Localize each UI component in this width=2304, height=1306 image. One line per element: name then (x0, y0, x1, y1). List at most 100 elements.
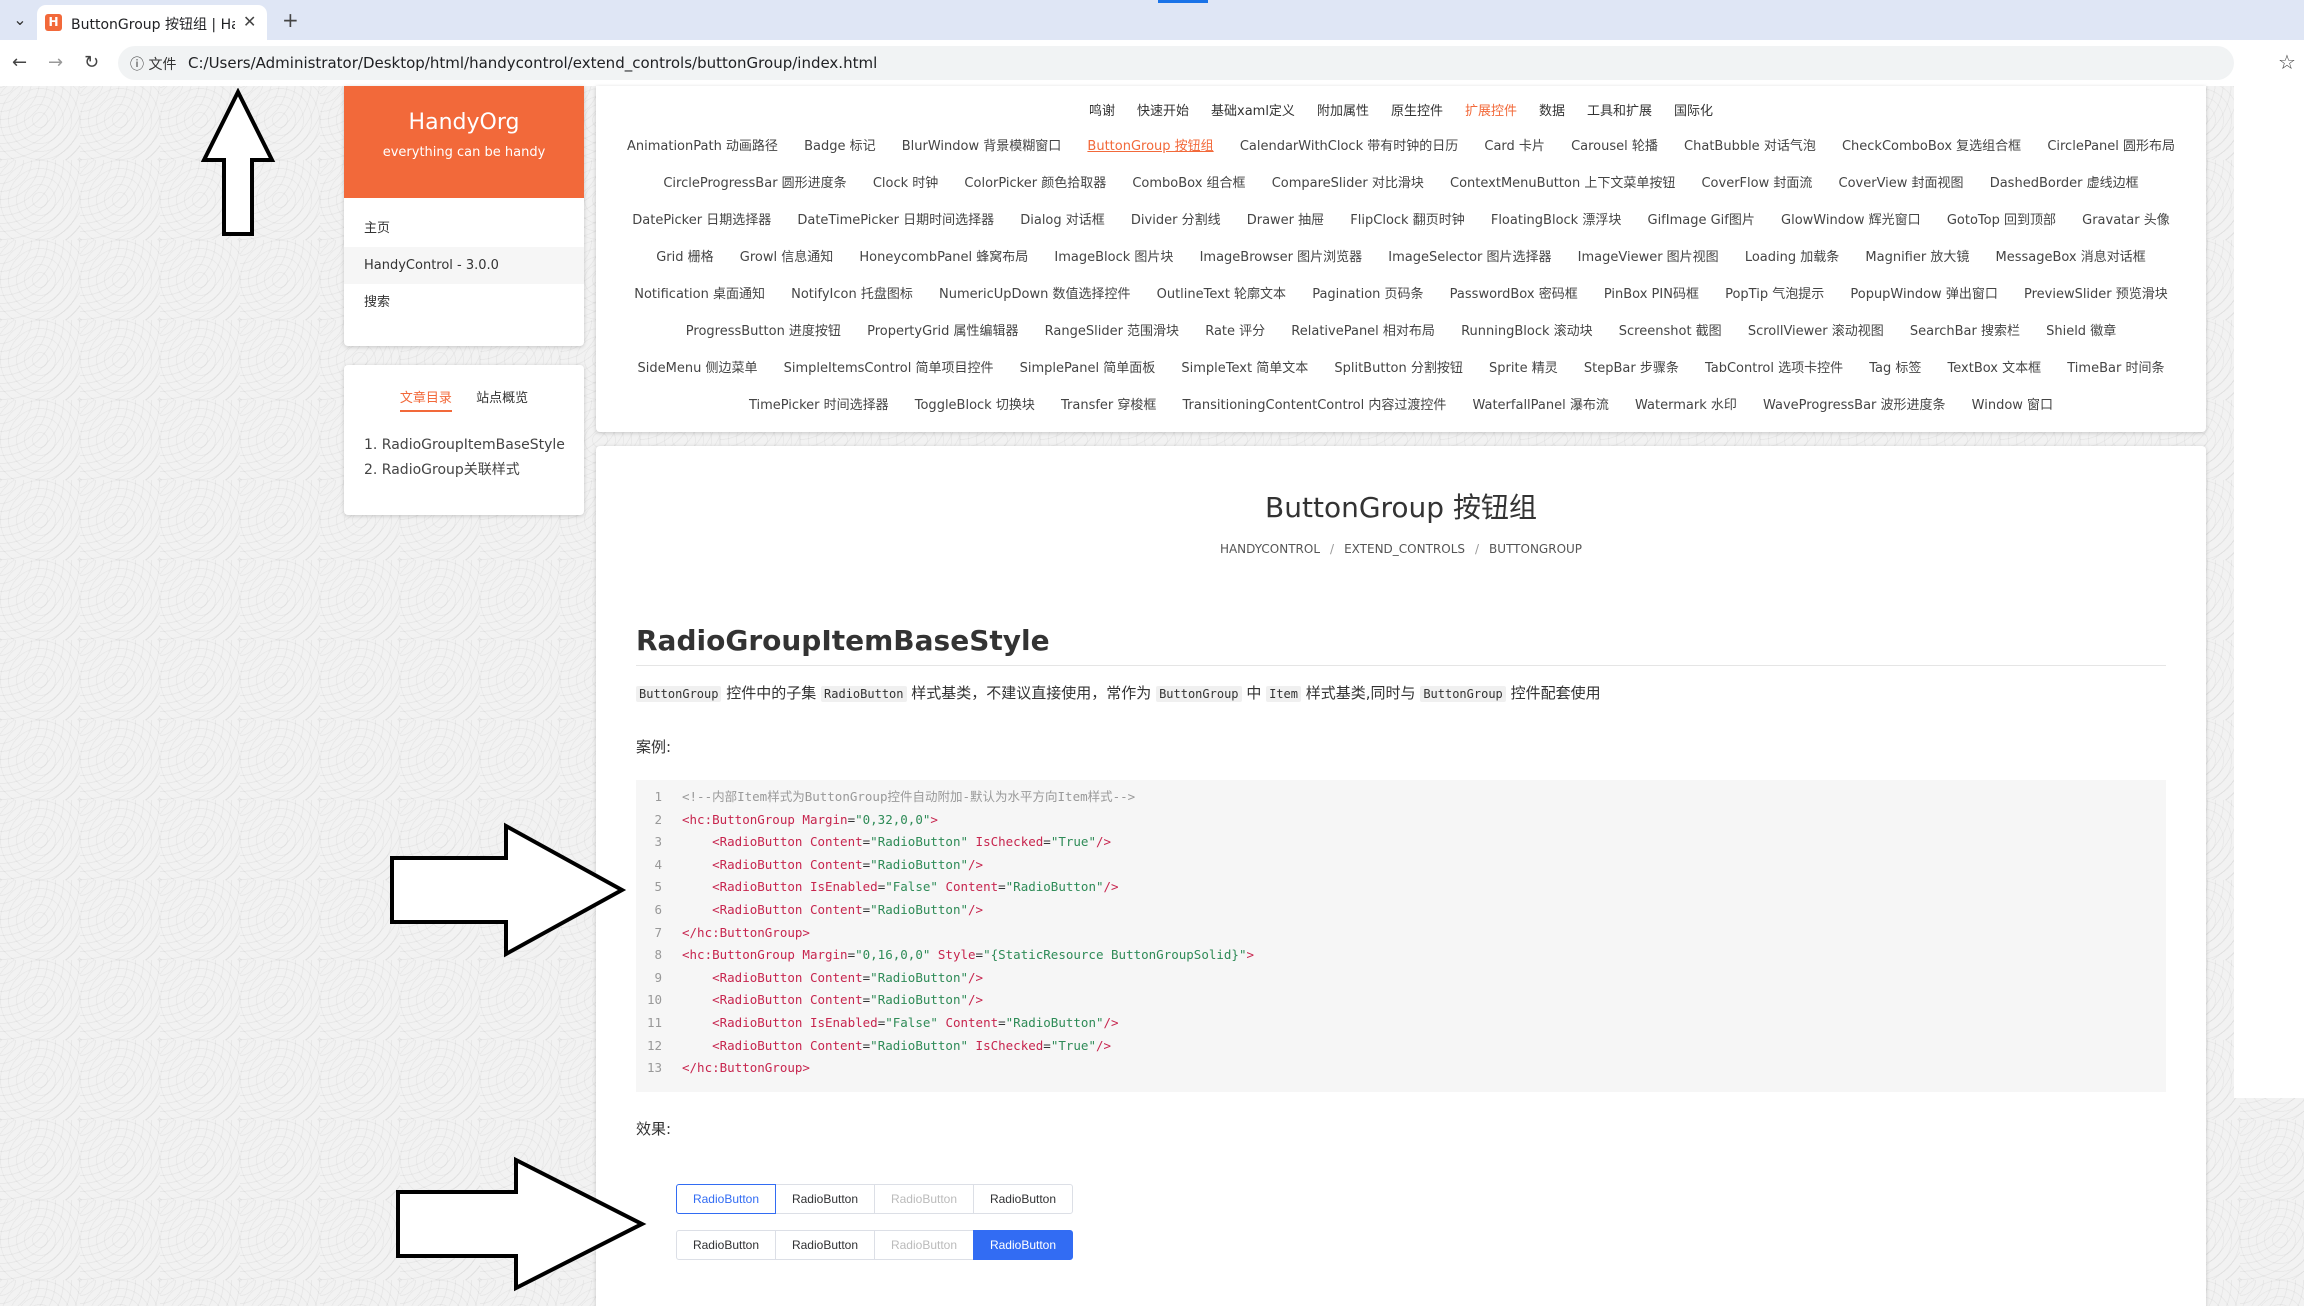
control-link-buttongroup[interactable]: ButtonGroup 按钮组 (1087, 139, 1213, 154)
control-link-coverview[interactable]: CoverView 封面视图 (1839, 176, 1964, 191)
control-link-honeycombpanel[interactable]: HoneycombPanel 蜂窝布局 (859, 250, 1028, 265)
control-link-propertygrid[interactable]: PropertyGrid 属性编辑器 (867, 324, 1018, 339)
radio-button[interactable]: RadioButton (973, 1184, 1073, 1214)
control-link-glowwindow[interactable]: GlowWindow 辉光窗口 (1781, 213, 1921, 228)
toc-item[interactable]: 2. RadioGroup关联样式 (364, 458, 565, 483)
tab-search-icon[interactable]: ⌄ (8, 8, 32, 32)
control-link-simpleitemscontrol[interactable]: SimpleItemsControl 简单项目控件 (784, 361, 994, 376)
tab-overview[interactable]: 站点概览 (476, 387, 528, 410)
control-link-poptip[interactable]: PopTip 气泡提示 (1725, 287, 1824, 302)
site-info-button[interactable]: ⓘ 文件 (130, 54, 176, 74)
control-link-rate[interactable]: Rate 评分 (1205, 324, 1265, 339)
control-link-datepicker[interactable]: DatePicker 日期选择器 (632, 213, 771, 228)
control-link-gototop[interactable]: GotoTop 回到顶部 (1947, 213, 2056, 228)
top-menu-item[interactable]: 基础xaml定义 (1211, 104, 1295, 119)
control-link-card[interactable]: Card 卡片 (1484, 139, 1545, 154)
control-link-imageselector[interactable]: ImageSelector 图片选择器 (1388, 250, 1551, 265)
control-link-textbox[interactable]: TextBox 文本框 (1948, 361, 2042, 376)
radio-button[interactable]: RadioButton (775, 1184, 875, 1214)
control-link-blurwindow[interactable]: BlurWindow 背景模糊窗口 (902, 139, 1062, 154)
top-menu-item[interactable]: 鸣谢 (1089, 104, 1115, 119)
control-link-screenshot[interactable]: Screenshot 截图 (1619, 324, 1722, 339)
breadcrumb-item[interactable]: HANDYCONTROL (1220, 542, 1320, 556)
nav-item-home[interactable]: 主页 (344, 210, 584, 247)
browser-tab[interactable]: H ButtonGroup 按钮组 | HandyControl ✕ (37, 5, 267, 40)
control-link-grid[interactable]: Grid 栅格 (656, 250, 713, 265)
control-link-relativepanel[interactable]: RelativePanel 相对布局 (1291, 324, 1435, 339)
control-link-runningblock[interactable]: RunningBlock 滚动块 (1461, 324, 1593, 339)
radio-button[interactable]: RadioButton (775, 1230, 875, 1260)
control-link-splitbutton[interactable]: SplitButton 分割按钮 (1334, 361, 1463, 376)
control-link-progressbutton[interactable]: ProgressButton 进度按钮 (686, 324, 841, 339)
control-link-passwordbox[interactable]: PasswordBox 密码框 (1450, 287, 1578, 302)
control-link-coverflow[interactable]: CoverFlow 封面流 (1701, 176, 1812, 191)
control-link-stepbar[interactable]: StepBar 步骤条 (1584, 361, 1679, 376)
control-link-waveprogressbar[interactable]: WaveProgressBar 波形进度条 (1763, 398, 1946, 413)
control-link-window[interactable]: Window 窗口 (1972, 398, 2053, 413)
top-menu-item[interactable]: 数据 (1539, 104, 1565, 119)
top-menu-item[interactable]: 附加属性 (1317, 104, 1369, 119)
control-link-popupwindow[interactable]: PopupWindow 弹出窗口 (1850, 287, 1997, 302)
control-link-badge[interactable]: Badge 标记 (804, 139, 876, 154)
control-link-circleprogressbar[interactable]: CircleProgressBar 圆形进度条 (663, 176, 846, 191)
radio-button[interactable]: RadioButton (676, 1184, 776, 1214)
control-link-contextmenubutton[interactable]: ContextMenuButton 上下文菜单按钮 (1450, 176, 1675, 191)
control-link-sprite[interactable]: Sprite 精灵 (1489, 361, 1558, 376)
control-link-imagebrowser[interactable]: ImageBrowser 图片浏览器 (1200, 250, 1363, 265)
control-link-searchbar[interactable]: SearchBar 搜索栏 (1910, 324, 2020, 339)
control-link-toggleblock[interactable]: ToggleBlock 切换块 (915, 398, 1035, 413)
control-link-transfer[interactable]: Transfer 穿梭框 (1061, 398, 1156, 413)
control-link-timepicker[interactable]: TimePicker 时间选择器 (749, 398, 889, 413)
back-icon[interactable]: ← (12, 52, 27, 74)
control-link-growl[interactable]: Growl 信息通知 (740, 250, 833, 265)
control-link-circlepanel[interactable]: CirclePanel 圆形布局 (2047, 139, 2175, 154)
control-link-loading[interactable]: Loading 加载条 (1745, 250, 1839, 265)
top-menu-item[interactable]: 快速开始 (1137, 104, 1189, 119)
control-link-rangeslider[interactable]: RangeSlider 范围滑块 (1045, 324, 1179, 339)
close-tab-icon[interactable]: ✕ (243, 12, 256, 31)
nav-item-search[interactable]: 搜索 (344, 284, 584, 321)
control-link-gravatar[interactable]: Gravatar 头像 (2082, 213, 2170, 228)
control-link-imageblock[interactable]: ImageBlock 图片块 (1054, 250, 1173, 265)
code-block[interactable]: 1 <!--内部Item样式为ButtonGroup控件自动附加-默认为水平方向I… (636, 780, 2166, 1092)
control-link-drawer[interactable]: Drawer 抽屉 (1247, 213, 1324, 228)
forward-icon[interactable]: → (48, 52, 63, 74)
top-menu-item[interactable]: 扩展控件 (1465, 104, 1517, 119)
control-link-messagebox[interactable]: MessageBox 消息对话框 (1995, 250, 2145, 265)
control-link-checkcombobox[interactable]: CheckComboBox 复选组合框 (1842, 139, 2021, 154)
control-link-floatingblock[interactable]: FloatingBlock 漂浮块 (1491, 213, 1622, 228)
new-tab-icon[interactable]: + (282, 8, 299, 32)
top-menu-item[interactable]: 工具和扩展 (1587, 104, 1652, 119)
control-link-animationpath[interactable]: AnimationPath 动画路径 (627, 139, 778, 154)
breadcrumb-item[interactable]: EXTEND_CONTROLS (1344, 542, 1465, 556)
control-link-outlinetext[interactable]: OutlineText 轮廓文本 (1157, 287, 1286, 302)
control-link-colorpicker[interactable]: ColorPicker 颜色拾取器 (964, 176, 1106, 191)
control-link-scrollviewer[interactable]: ScrollViewer 滚动视图 (1748, 324, 1884, 339)
control-link-datetimepicker[interactable]: DateTimePicker 日期时间选择器 (797, 213, 994, 228)
control-link-previewslider[interactable]: PreviewSlider 预览滑块 (2024, 287, 2168, 302)
toc-item[interactable]: 1. RadioGroupItemBaseStyle (364, 433, 565, 458)
control-link-simpletext[interactable]: SimpleText 简单文本 (1181, 361, 1308, 376)
control-link-notification[interactable]: Notification 桌面通知 (634, 287, 765, 302)
control-link-pagination[interactable]: Pagination 页码条 (1312, 287, 1423, 302)
radio-button[interactable]: RadioButton (973, 1230, 1073, 1260)
brand-title[interactable]: HandyOrg (344, 86, 584, 135)
control-link-gifimage[interactable]: GifImage Gif图片 (1648, 213, 1755, 228)
control-link-clock[interactable]: Clock 时钟 (873, 176, 938, 191)
control-link-dashedborder[interactable]: DashedBorder 虚线边框 (1990, 176, 2139, 191)
control-link-simplepanel[interactable]: SimplePanel 简单面板 (1020, 361, 1156, 376)
control-link-sidemenu[interactable]: SideMenu 侧边菜单 (638, 361, 758, 376)
control-link-timebar[interactable]: TimeBar 时间条 (2067, 361, 2164, 376)
control-link-divider[interactable]: Divider 分割线 (1131, 213, 1221, 228)
bookmark-star-icon[interactable]: ☆ (2278, 50, 2296, 74)
control-link-flipclock[interactable]: FlipClock 翻页时钟 (1350, 213, 1464, 228)
control-link-calendarwithclock[interactable]: CalendarWithClock 带有时钟的日历 (1240, 139, 1458, 154)
control-link-tabcontrol[interactable]: TabControl 选项卡控件 (1705, 361, 1843, 376)
tab-toc[interactable]: 文章目录 (399, 387, 452, 412)
control-link-tag[interactable]: Tag 标签 (1869, 361, 1921, 376)
control-link-numericupdown[interactable]: NumericUpDown 数值选择控件 (939, 287, 1130, 302)
top-menu-item[interactable]: 国际化 (1674, 104, 1713, 119)
control-link-shield[interactable]: Shield 徽章 (2046, 324, 2116, 339)
control-link-watermark[interactable]: Watermark 水印 (1635, 398, 1737, 413)
control-link-magnifier[interactable]: Magnifier 放大镜 (1865, 250, 1969, 265)
